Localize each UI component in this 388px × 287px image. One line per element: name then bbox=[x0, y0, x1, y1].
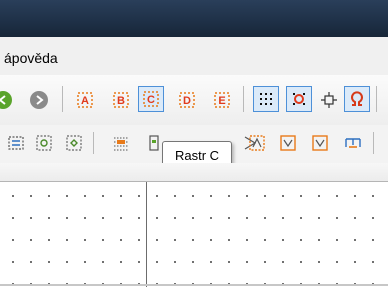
place-icon[interactable] bbox=[275, 130, 301, 156]
menu-bar: ápověda bbox=[0, 37, 388, 75]
toolbar-separator bbox=[93, 132, 94, 154]
omega-icon[interactable] bbox=[344, 86, 370, 112]
svg-text:D: D bbox=[183, 95, 191, 107]
svg-text:E: E bbox=[218, 95, 225, 107]
grid-b-icon[interactable]: B bbox=[108, 87, 134, 113]
ruler-strip bbox=[0, 163, 388, 182]
place-alt-icon[interactable] bbox=[307, 130, 333, 156]
place-alt2-icon[interactable] bbox=[340, 130, 366, 156]
snap-icon[interactable] bbox=[286, 86, 312, 112]
forward-icon[interactable] bbox=[30, 91, 48, 109]
svg-text:A: A bbox=[81, 95, 89, 107]
component-alt-icon[interactable] bbox=[31, 130, 57, 156]
menu-item-help[interactable]: ápověda bbox=[4, 50, 58, 66]
canvas-bottom-line bbox=[0, 284, 388, 286]
crosshair-icon[interactable] bbox=[316, 87, 342, 113]
grid-dots-icon[interactable] bbox=[253, 86, 279, 112]
link-icon[interactable] bbox=[244, 130, 270, 156]
grid-e-icon[interactable]: E bbox=[209, 87, 235, 113]
svg-text:C: C bbox=[147, 94, 155, 106]
grid-a-icon[interactable]: A bbox=[72, 87, 98, 113]
toolbar-separator bbox=[376, 86, 377, 112]
grid-tool-icon[interactable] bbox=[108, 130, 134, 156]
canvas-divider bbox=[146, 182, 147, 287]
toolbar-separator bbox=[62, 86, 63, 112]
grid-c-icon[interactable]: C bbox=[138, 86, 164, 112]
tooltip-text: Rastr C bbox=[174, 147, 220, 163]
component-icon[interactable] bbox=[3, 130, 29, 156]
toolbar-separator bbox=[243, 86, 244, 112]
grid-d-icon[interactable]: D bbox=[174, 87, 200, 113]
toolbar-separator bbox=[373, 132, 374, 154]
window-titlebar bbox=[0, 0, 388, 37]
svg-text:B: B bbox=[117, 95, 125, 107]
drawing-canvas[interactable] bbox=[0, 182, 388, 287]
component-alt2-icon[interactable] bbox=[61, 130, 87, 156]
